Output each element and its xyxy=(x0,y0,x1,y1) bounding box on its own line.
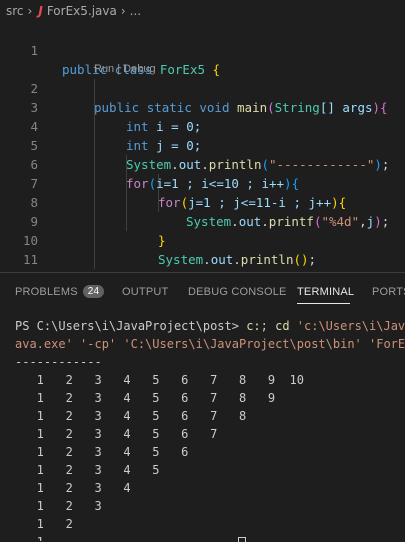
code-lens-line: Run | Debug xyxy=(0,41,405,75)
terminal-output[interactable]: PS C:\Users\i\JavaProject\post> c:; cd '… xyxy=(15,317,405,541)
code-line: 8 System.out.printf("%4d",j); xyxy=(0,174,405,229)
tab-terminal[interactable]: TERMINAL xyxy=(297,286,354,298)
chevron-right-icon: › xyxy=(27,4,33,18)
terminal-line: ava.exe' '-cp' 'C:\Users\i\JavaProject\p… xyxy=(15,335,405,353)
code-line: 10 System.out.println(); xyxy=(0,212,405,267)
terminal-argument: 'c:\Users\i\Java xyxy=(289,319,405,333)
tab-output[interactable]: OUTPUT xyxy=(122,286,168,298)
tab-debug-console[interactable]: DEBUG CONSOLE xyxy=(188,286,287,298)
tab-problems[interactable]: PROBLEMS 24 xyxy=(15,285,105,299)
code-line: 1 public class ForEx5 { xyxy=(0,22,405,77)
terminal-row: 1 2 xyxy=(15,517,73,531)
terminal-line: ------------ xyxy=(15,355,102,369)
problems-count-badge: 24 xyxy=(82,285,105,298)
active-tab-indicator xyxy=(297,303,350,304)
code-editor[interactable]: 1 public class ForEx5 { Run | Debug 2 pu… xyxy=(0,22,405,272)
code-line: 12 } xyxy=(0,250,405,272)
tab-ports[interactable]: PORTS xyxy=(372,286,405,298)
terminal-row: 1 xyxy=(15,533,405,541)
code-line: 7 for(j=1 ; j<=11-i ; j++){ xyxy=(0,155,405,210)
terminal-row: 1 2 3 4 xyxy=(15,481,131,495)
terminal-row: 1 2 3 4 5 6 xyxy=(15,445,189,459)
code-line: 3 int i = 0; xyxy=(0,79,405,134)
terminal-row: 1 2 3 4 5 6 7 xyxy=(15,427,218,441)
terminal-argument: '-cp' 'C:\Users\i\JavaProject\post\bin' … xyxy=(72,337,405,351)
breadcrumb-file[interactable]: ForEx5.java xyxy=(47,4,117,18)
terminal-argument: ava.exe' xyxy=(15,337,73,351)
terminal-row: 1 2 3 4 5 6 7 8 9 xyxy=(15,391,276,405)
terminal-row: 1 2 3 4 5 6 7 8 xyxy=(15,409,247,423)
panel-tabs: PROBLEMS 24 OUTPUT DEBUG CONSOLE TERMINAL… xyxy=(0,273,405,311)
breadcrumb-folder[interactable]: src xyxy=(6,4,24,18)
terminal-row: 1 2 3 4 5 6 7 8 9 10 xyxy=(15,373,304,387)
code-line: 9 } xyxy=(0,193,405,248)
java-file-icon: J xyxy=(38,4,43,18)
terminal-cursor-icon xyxy=(238,537,246,542)
code-line: 11 } xyxy=(0,231,405,272)
terminal-row: 1 2 3 4 5 xyxy=(15,463,160,477)
tab-label: PROBLEMS xyxy=(15,286,78,298)
breadcrumb-more[interactable]: ... xyxy=(130,4,141,18)
terminal-prompt: PS C:\Users\i\JavaProject\post> xyxy=(15,319,247,333)
terminal-command: cd xyxy=(275,319,290,333)
code-line: 4 int j = 0; xyxy=(0,98,405,153)
terminal-row: 1 2 3 xyxy=(15,499,102,513)
code-line: 2 public static void main(String[] args)… xyxy=(0,60,405,115)
code-line: 5 System.out.println("------------"); xyxy=(0,117,405,172)
breadcrumb: src › J ForEx5.java › ... xyxy=(0,0,405,22)
terminal-line: PS C:\Users\i\JavaProject\post> c:; cd '… xyxy=(15,317,405,335)
terminal-text: ; xyxy=(260,319,276,333)
chevron-right-icon: › xyxy=(120,4,126,18)
terminal-command: c: xyxy=(246,319,261,333)
code-line: 6 for(i=1 ; i<=10 ; i++){ xyxy=(0,136,405,191)
